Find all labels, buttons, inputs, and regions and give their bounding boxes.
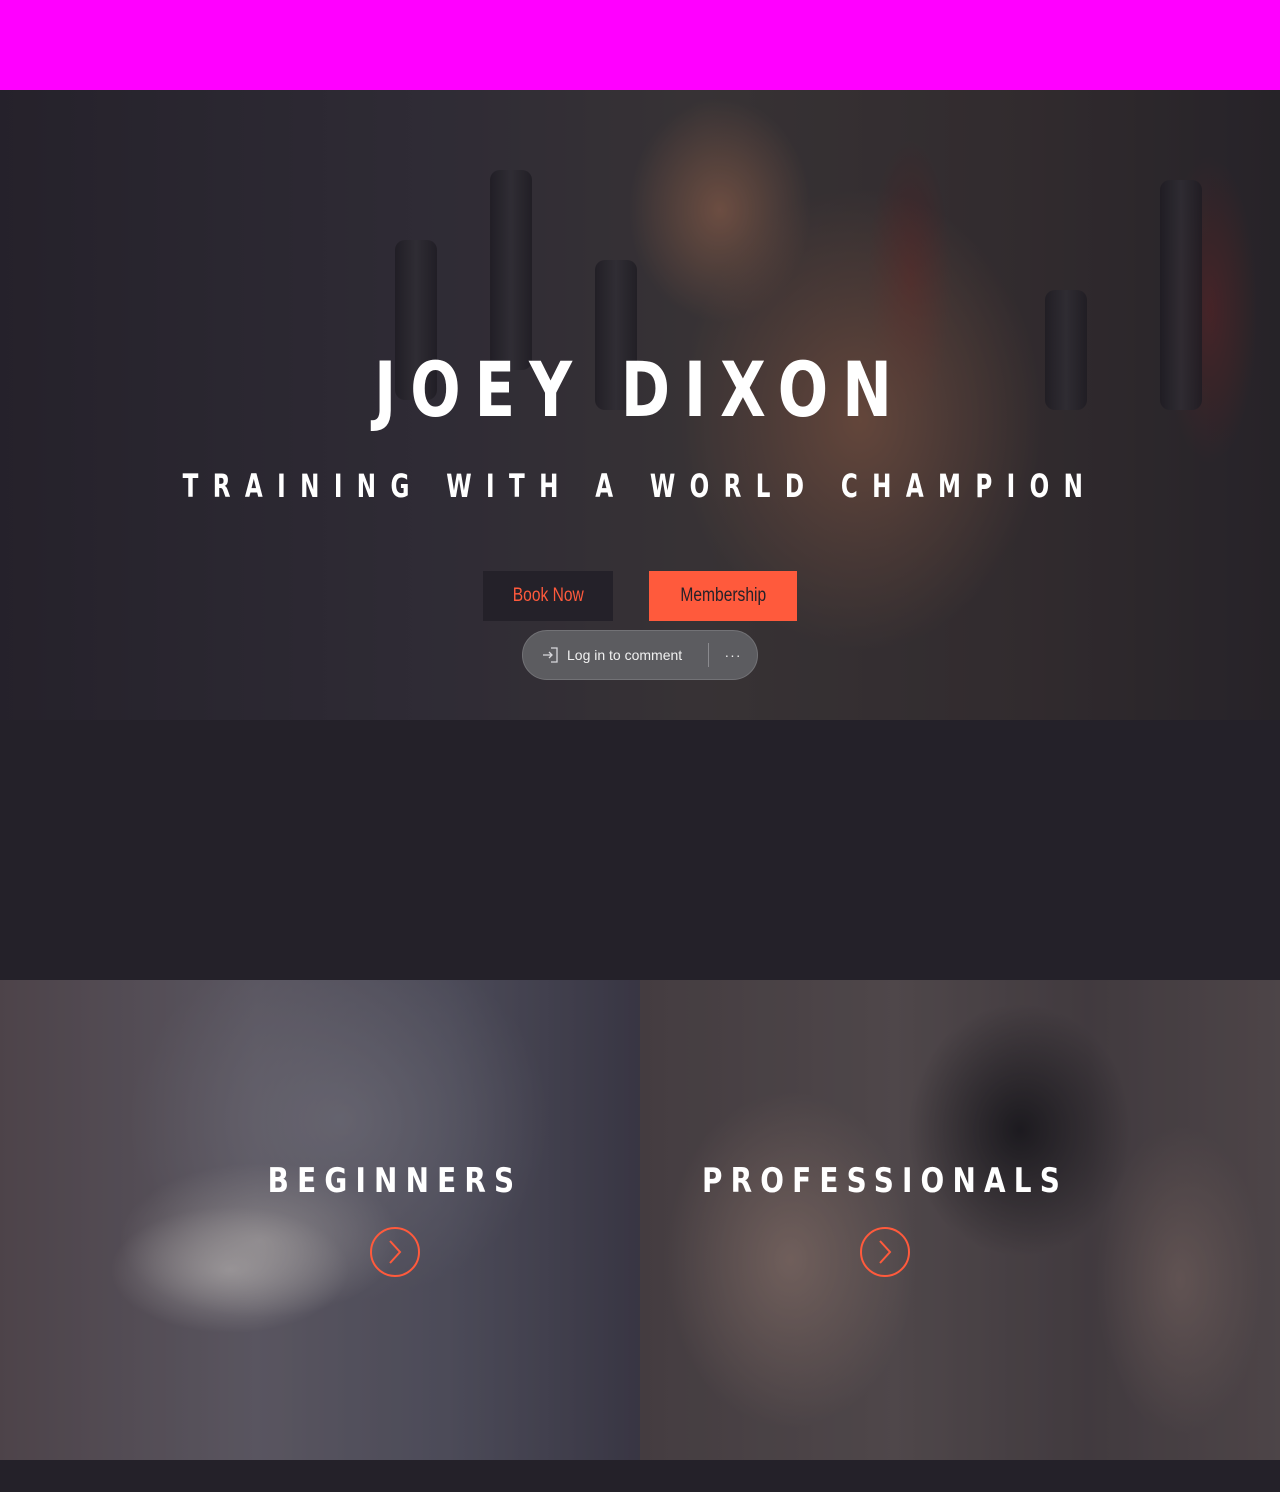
chevron-right-circle-icon[interactable]: [860, 1227, 910, 1277]
login-icon: [543, 647, 558, 663]
card-professionals-title: PROFESSIONALS: [701, 1161, 1069, 1201]
more-options-button[interactable]: ···: [709, 647, 757, 663]
log-in-to-comment-button[interactable]: Log in to comment: [523, 631, 708, 679]
hero-subtitle: TRAINING WITH A WORLD CHAMPION: [182, 467, 1098, 505]
hero-section: JOEY DIXON TRAINING WITH A WORLD CHAMPIO…: [0, 90, 1280, 720]
card-professionals[interactable]: PROFESSIONALS: [640, 980, 1280, 1460]
membership-label: Membership: [680, 585, 766, 606]
card-beginners[interactable]: BEGINNERS: [0, 980, 640, 1460]
card-beginners-title: BEGINNERS: [267, 1161, 523, 1201]
book-now-button[interactable]: Book Now: [483, 571, 613, 621]
book-now-label: Book Now: [512, 585, 584, 606]
comment-bar: Log in to comment ···: [522, 630, 758, 680]
card-overlay: [0, 980, 640, 1460]
card-overlay: [640, 980, 1280, 1460]
chevron-right-circle-icon[interactable]: [370, 1227, 420, 1277]
membership-button[interactable]: Membership: [649, 571, 797, 621]
category-cards: BEGINNERS PROFESSIONALS: [0, 980, 1280, 1460]
log-in-to-comment-label: Log in to comment: [567, 647, 683, 663]
hero-title: JOEY DIXON: [374, 345, 906, 434]
top-banner: [0, 0, 1280, 90]
